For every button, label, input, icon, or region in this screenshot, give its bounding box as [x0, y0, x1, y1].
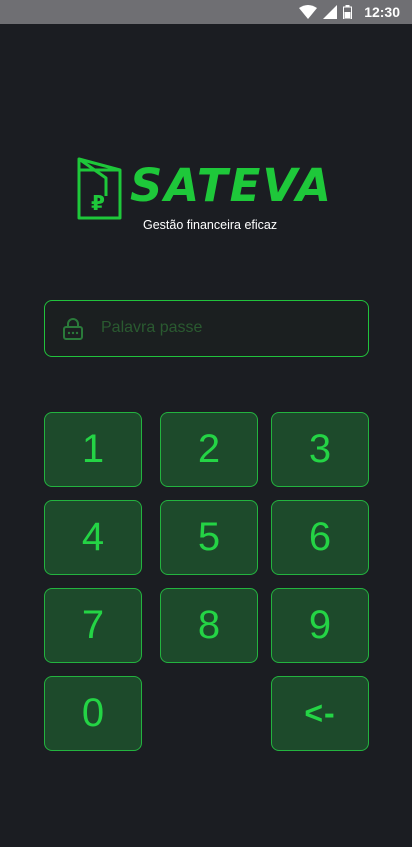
- lock-icon: [63, 318, 83, 340]
- signal-icon: [323, 5, 338, 19]
- key-0[interactable]: 0: [44, 676, 142, 751]
- key-6[interactable]: 6: [271, 500, 369, 575]
- key-3[interactable]: 3: [271, 412, 369, 487]
- password-field[interactable]: [44, 300, 369, 357]
- key-5[interactable]: 5: [160, 500, 258, 575]
- key-8[interactable]: 8: [160, 588, 258, 663]
- backspace-button[interactable]: <-: [271, 676, 369, 751]
- brand-logo: ₽ SATEVA Gestão financeira eficaz: [76, 154, 336, 234]
- wallet-ruble-icon: ₽: [77, 157, 122, 220]
- key-4[interactable]: 4: [44, 500, 142, 575]
- key-7[interactable]: 7: [44, 588, 142, 663]
- battery-icon: [343, 5, 353, 19]
- status-time: 12:30: [364, 4, 400, 20]
- brand-tagline: Gestão financeira eficaz: [143, 218, 278, 232]
- wifi-icon: [299, 5, 318, 19]
- key-9[interactable]: 9: [271, 588, 369, 663]
- svg-text:₽: ₽: [91, 191, 105, 215]
- key-2[interactable]: 2: [160, 412, 258, 487]
- status-bar: 12:30: [0, 0, 412, 24]
- key-1[interactable]: 1: [44, 412, 142, 487]
- brand-name: SATEVA: [130, 159, 333, 212]
- password-input[interactable]: [101, 301, 361, 355]
